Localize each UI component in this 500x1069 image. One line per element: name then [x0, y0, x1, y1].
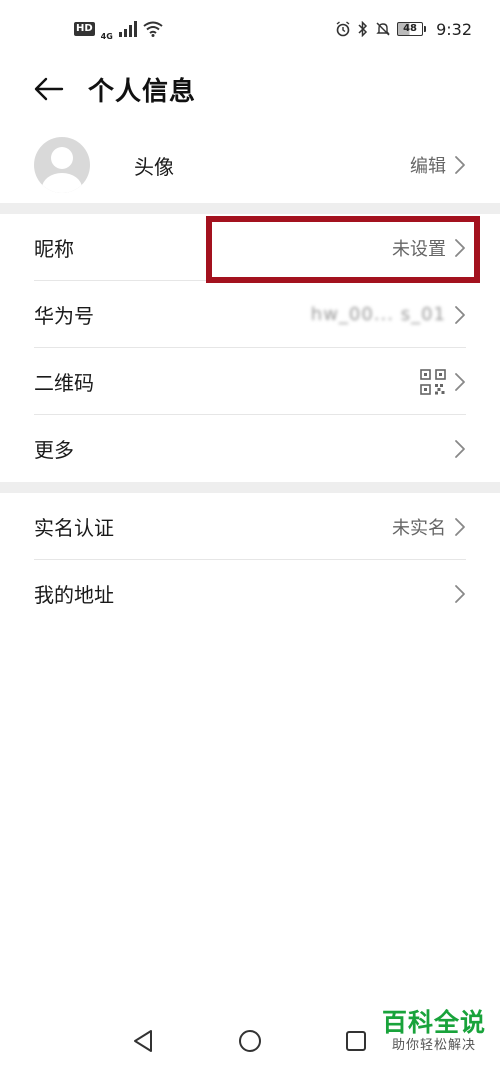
real-name-label: 实名认证 — [34, 516, 114, 540]
nav-recent-button[interactable] — [343, 1028, 369, 1054]
avatar-label: 头像 — [134, 154, 174, 179]
list-item-qr-code[interactable]: 二维码 — [34, 348, 466, 415]
wifi-icon — [143, 21, 163, 37]
chevron-right-icon — [455, 305, 465, 324]
avatar-edit-label: 编辑 — [410, 156, 446, 177]
battery-icon: 48 — [397, 22, 427, 36]
huawei-id-value: hw_00... s_01 — [310, 304, 446, 325]
qr-code-value-group — [420, 368, 466, 395]
more-label: 更多 — [34, 438, 74, 462]
avatar-head — [51, 147, 73, 169]
watermark-subtitle: 助你轻松解决 — [391, 1038, 476, 1053]
signal-icon — [118, 21, 137, 37]
chevron-right-icon — [455, 156, 465, 174]
bluetooth-icon — [358, 21, 368, 37]
section-separator — [0, 482, 500, 493]
mute-bell-icon — [376, 22, 390, 36]
battery-tip — [424, 26, 427, 32]
chevron-right-icon — [455, 439, 465, 458]
status-right: 48 9:32 — [335, 20, 472, 39]
qr-code-icon — [420, 368, 446, 395]
avatar-row[interactable]: 头像 编辑 — [0, 131, 500, 199]
address-value-group — [454, 584, 466, 604]
nav-back-button[interactable] — [130, 1028, 156, 1054]
nickname-value: 未设置 — [392, 238, 446, 260]
avatar-edit[interactable]: 编辑 — [410, 152, 466, 178]
chevron-right-icon — [455, 584, 465, 603]
status-time: 9:32 — [436, 19, 472, 39]
back-button[interactable] — [32, 72, 66, 106]
square-recent-icon — [346, 1031, 366, 1051]
section-separator — [0, 203, 500, 214]
list-item-address[interactable]: 我的地址 — [34, 560, 466, 627]
address-label: 我的地址 — [34, 583, 114, 607]
alarm-icon — [336, 21, 350, 37]
chevron-right-icon — [455, 372, 465, 391]
chevron-right-icon — [455, 238, 465, 257]
list-item-real-name[interactable]: 实名认证 未实名 — [34, 493, 466, 560]
header: 个人信息 — [0, 58, 500, 120]
avatar-body — [42, 173, 82, 193]
nickname-label: 昵称 — [34, 237, 74, 261]
nav-home-button[interactable] — [237, 1028, 263, 1054]
status-bar: HD 4G 48 9:32 — [0, 0, 500, 58]
real-name-value-group: 未实名 — [392, 514, 466, 540]
screen: HD 4G 48 9:32 个人信息 头像 编辑 昵称 未设置 华为号 hw_0… — [0, 0, 500, 1069]
watermark: 百科全说 助你轻松解决 — [374, 1008, 494, 1054]
qr-code-label: 二维码 — [34, 371, 94, 395]
list-item-more[interactable]: 更多 — [34, 415, 466, 482]
network-label: 4G — [100, 31, 113, 41]
more-value-group — [454, 439, 466, 459]
avatar[interactable] — [34, 137, 90, 193]
nickname-value-group: 未设置 — [392, 235, 466, 261]
status-left: HD 4G — [74, 18, 163, 41]
list-item-huawei-id[interactable]: 华为号 hw_00... s_01 — [34, 281, 466, 348]
arrow-left-icon — [34, 77, 64, 101]
page-title: 个人信息 — [88, 76, 197, 107]
huawei-id-value-group: hw_00... s_01 — [311, 304, 466, 325]
battery-level: 48 — [397, 22, 424, 36]
chevron-right-icon — [455, 517, 465, 536]
real-name-value: 未实名 — [392, 517, 446, 539]
watermark-title: 百科全说 — [381, 1008, 486, 1037]
circle-home-icon — [239, 1030, 261, 1052]
hd-badge: HD — [74, 22, 95, 36]
triangle-back-icon — [134, 1030, 152, 1052]
huawei-id-label: 华为号 — [34, 304, 94, 328]
list-item-nickname[interactable]: 昵称 未设置 — [34, 214, 466, 281]
